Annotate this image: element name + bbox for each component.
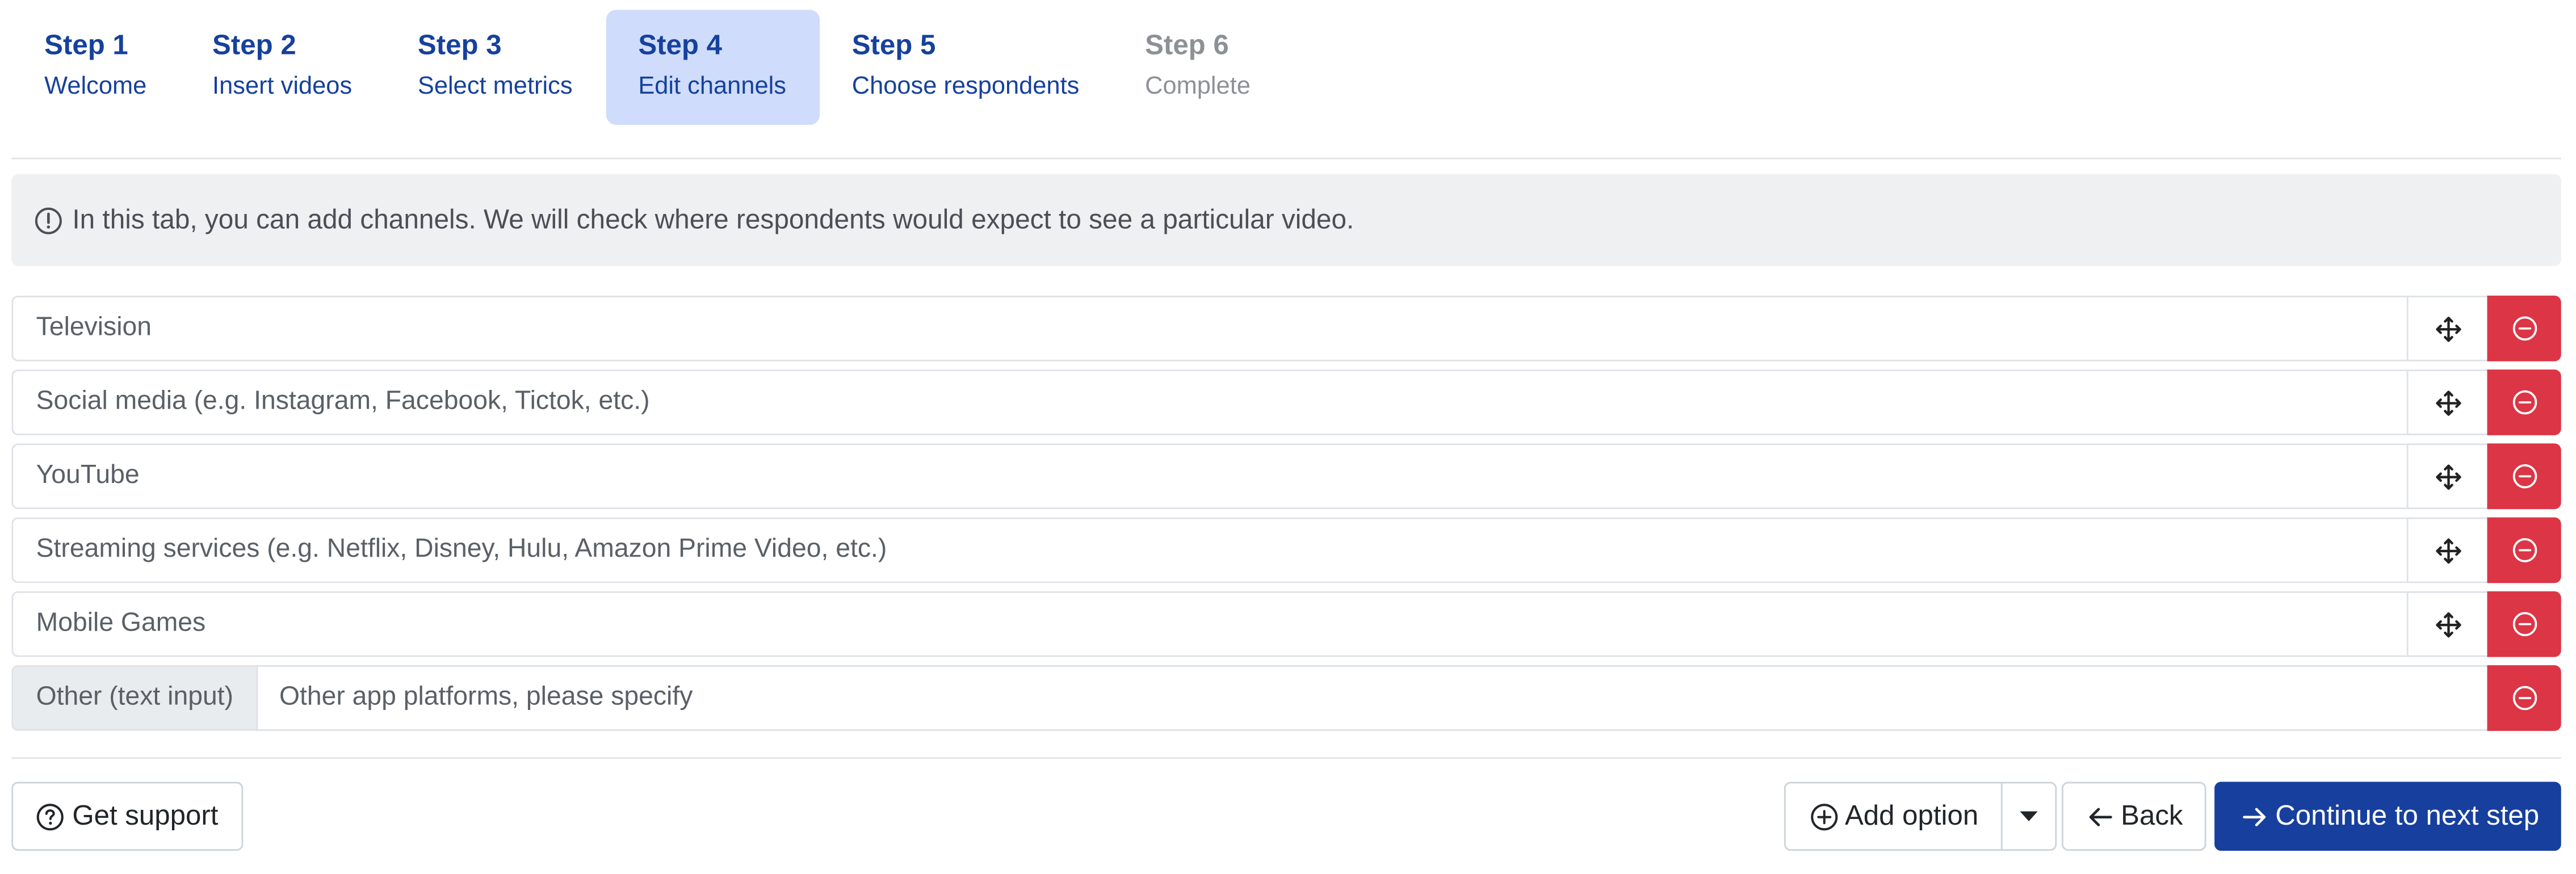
remove-button[interactable]	[2487, 295, 2561, 362]
step-number: Step 1	[44, 30, 128, 61]
channel-row: Social media (e.g. Instagram, Facebook, …	[11, 369, 2561, 435]
remove-button[interactable]	[2487, 517, 2561, 583]
add-option-button[interactable]: Add option	[1784, 781, 2003, 851]
drag-handle[interactable]	[2406, 295, 2487, 362]
step-number: Step 4	[638, 30, 723, 61]
other-option-prefix: Other (text input)	[11, 665, 257, 731]
stepper: Step 1 Welcome Step 2 Insert videos Step…	[11, 10, 1283, 125]
move-icon	[2435, 316, 2461, 341]
arrow-right-icon	[2243, 807, 2266, 826]
move-icon	[2435, 464, 2461, 489]
step-2[interactable]: Step 2 Insert videos	[179, 10, 385, 125]
continue-button[interactable]: Continue to next step	[2214, 781, 2561, 851]
dash-circle-icon	[2512, 686, 2536, 711]
step-label: Insert videos	[212, 72, 353, 100]
other-option-row: Other (text input) Other app platforms, …	[11, 665, 2561, 731]
step-number: Step 6	[1145, 30, 1229, 61]
add-option-label: Add option	[1844, 800, 1979, 831]
back-label: Back	[2121, 800, 2183, 831]
other-option-input[interactable]: Other app platforms, please specify	[256, 665, 2487, 731]
step-6-disabled: Step 6 Complete	[1112, 10, 1283, 125]
arrow-left-icon	[2089, 807, 2112, 826]
plus-circle-icon	[1811, 802, 1838, 830]
channel-row: Streaming services (e.g. Netflix, Disney…	[11, 517, 2561, 583]
channel-row: Mobile Games	[11, 591, 2561, 657]
step-label: Select metrics	[417, 72, 573, 100]
step-label: Choose respondents	[851, 72, 1080, 100]
drag-handle[interactable]	[2406, 591, 2487, 657]
question-circle-icon	[36, 802, 64, 830]
dash-circle-icon	[2512, 538, 2536, 562]
channel-input[interactable]: Television	[11, 295, 2407, 362]
step-label: Complete	[1145, 72, 1251, 100]
channel-list: Television Social media (e.g. Instagram,…	[11, 295, 2561, 739]
remove-button[interactable]	[2487, 665, 2561, 731]
step-number: Step 3	[417, 30, 502, 61]
divider-top	[11, 157, 2561, 159]
step-1[interactable]: Step 1 Welcome	[11, 10, 179, 125]
remove-button[interactable]	[2487, 591, 2561, 657]
drag-handle[interactable]	[2406, 443, 2487, 510]
remove-button[interactable]	[2487, 443, 2561, 510]
continue-label: Continue to next step	[2275, 800, 2540, 831]
get-support-button[interactable]: Get support	[11, 781, 244, 851]
exclamation-circle-icon	[35, 207, 62, 234]
step-label: Edit channels	[638, 72, 786, 100]
move-icon	[2435, 389, 2461, 415]
back-button[interactable]: Back	[2061, 781, 2206, 851]
step-3[interactable]: Step 3 Select metrics	[385, 10, 605, 125]
channel-input[interactable]: Mobile Games	[11, 591, 2407, 657]
step-number: Step 5	[851, 30, 936, 61]
channel-input[interactable]: YouTube	[11, 443, 2407, 510]
dash-circle-icon	[2512, 316, 2536, 341]
move-icon	[2435, 611, 2461, 637]
channel-input[interactable]: Social media (e.g. Instagram, Facebook, …	[11, 369, 2407, 435]
dash-circle-icon	[2512, 390, 2536, 415]
step-5[interactable]: Step 5 Choose respondents	[819, 10, 1112, 125]
dash-circle-icon	[2512, 612, 2536, 636]
info-banner: In this tab, you can add channels. We wi…	[11, 174, 2561, 266]
step-4-active[interactable]: Step 4 Edit channels	[605, 10, 819, 125]
drag-handle[interactable]	[2406, 369, 2487, 435]
get-support-label: Get support	[72, 800, 219, 831]
step-number: Step 2	[212, 30, 296, 61]
info-text: In this tab, you can add channels. We wi…	[72, 204, 1354, 234]
dash-circle-icon	[2512, 464, 2536, 489]
app: Step 1 Welcome Step 2 Insert videos Step…	[0, 0, 2576, 874]
move-icon	[2435, 537, 2461, 563]
drag-handle[interactable]	[2406, 517, 2487, 583]
caret-down-icon	[2020, 811, 2038, 821]
divider-bottom	[11, 757, 2561, 759]
step-label: Welcome	[44, 72, 147, 100]
channel-input[interactable]: Streaming services (e.g. Netflix, Disney…	[11, 517, 2407, 583]
channel-row: YouTube	[11, 443, 2561, 510]
channel-row: Television	[11, 295, 2561, 362]
add-option-dropdown-toggle[interactable]	[2000, 781, 2057, 851]
remove-button[interactable]	[2487, 369, 2561, 435]
